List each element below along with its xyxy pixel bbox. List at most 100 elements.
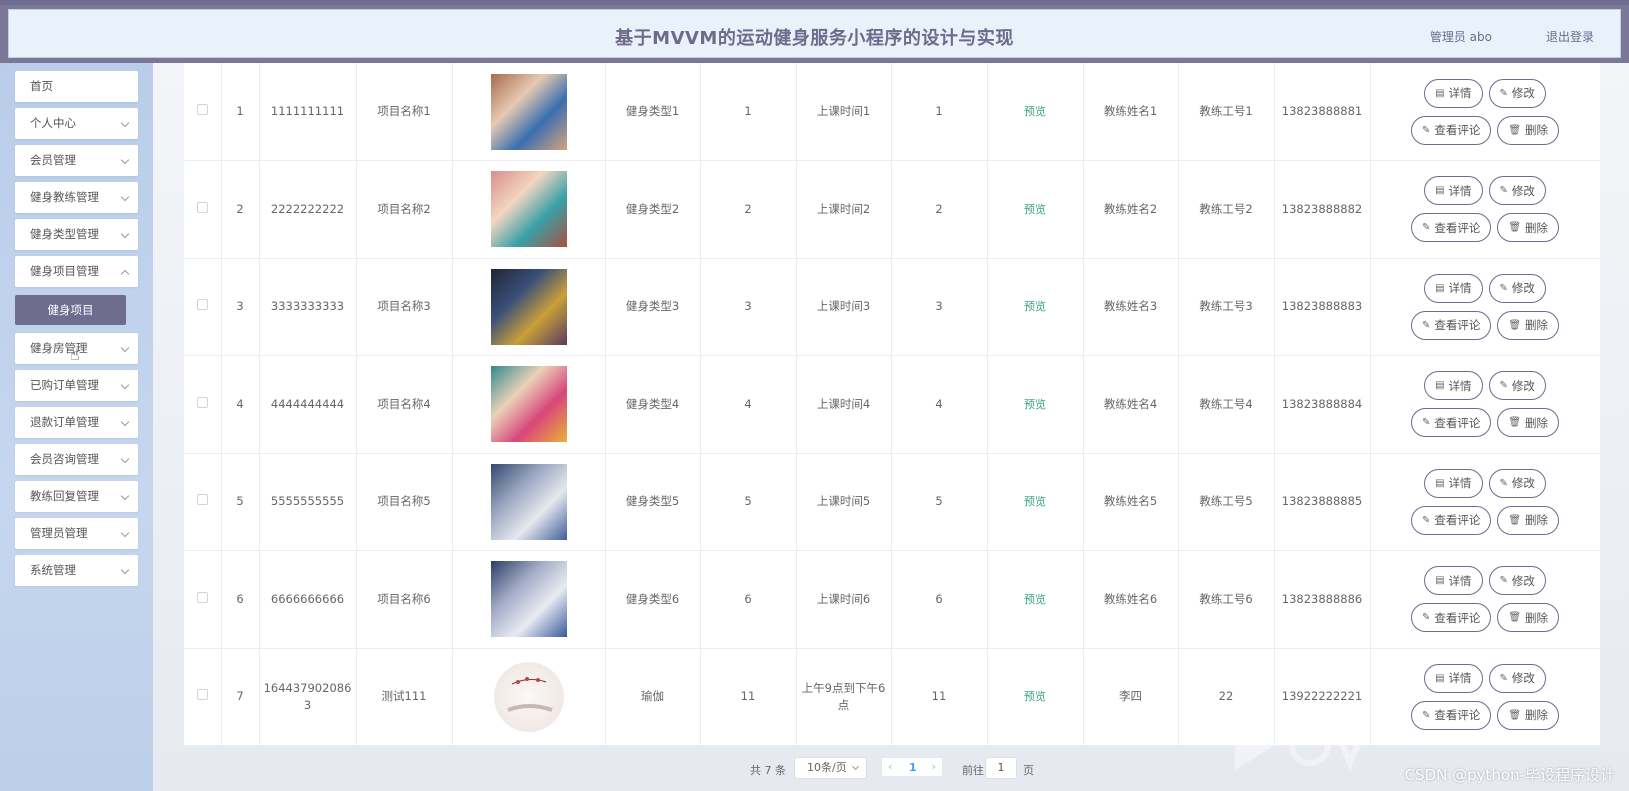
view-comments-button[interactable]: ✎ 查看评论 [1410,603,1492,633]
page-size-select[interactable]: 10条/页 [794,757,867,779]
trash-icon: 🗑 [1508,417,1522,429]
pencil-icon: ✎ [1499,185,1508,197]
view-comments-button[interactable]: ✎ 查看评论 [1410,505,1492,535]
goto-page-input[interactable]: 1 [985,757,1017,779]
value-2: 1 [891,63,988,161]
sidebar-item-purchased-orders[interactable]: 已购订单管理 [15,370,138,401]
chevron-down-icon [120,528,130,538]
detail-button[interactable]: ▤ 详情 [1424,273,1483,303]
actions-cell: ▤ 详情 ✎ 修改 ✎ 查看评论 🗑 删除 [1370,550,1600,649]
sidebar-item-home[interactable]: 首页 [15,71,138,102]
pencil-icon: ✎ [1499,87,1508,99]
detail-label: 详情 [1448,476,1472,491]
row-checkbox[interactable] [196,396,208,408]
preview-link[interactable]: 预览 [1024,300,1046,313]
detail-label: 详情 [1448,671,1472,686]
view-comments-label: 查看评论 [1434,318,1481,333]
detail-button[interactable]: ▤ 详情 [1424,663,1483,693]
sidebar-item-coaches[interactable]: 健身教练管理 [15,182,138,213]
pencil-icon: ✎ [1421,417,1431,429]
next-page-icon[interactable]: › [932,760,936,773]
actions-cell: ▤ 详情 ✎ 修改 ✎ 查看评论 🗑 删除 [1370,453,1600,551]
detail-button[interactable]: ▤ 详情 [1424,78,1483,108]
row-checkbox[interactable] [196,201,208,213]
phone: 13823888882 [1274,160,1371,259]
edit-label: 修改 [1511,86,1535,100]
delete-button[interactable]: 🗑 删除 [1497,505,1560,535]
row-checkbox[interactable] [196,591,208,603]
edit-button[interactable]: ✎ 修改 [1488,176,1546,206]
sidebar-item-system[interactable]: 系统管理 [15,555,138,586]
row-checkbox[interactable] [196,104,208,115]
sidebar-item-label: 首页 [30,79,53,93]
detail-button[interactable]: ▤ 详情 [1424,371,1483,401]
detail-button[interactable]: ▤ 详情 [1424,566,1483,596]
watermark-text: CSDN @python-毕设程序设计 [1404,766,1615,784]
table-row: 2 2222222222 项目名称2 健身类型2 2 上课时间2 2 预览 教练姓名2 教练工号2… [184,160,1600,259]
preview-link[interactable]: 预览 [1024,203,1046,216]
actions-row: ✎ 查看评论 🗑 删除 [1410,213,1560,243]
value-2: 2 [891,160,988,259]
value-1: 11 [700,648,797,746]
view-comments-label: 查看评论 [1434,220,1481,235]
sidebar-item-fitness-types[interactable]: 健身类型管理 [15,219,138,250]
preview-link[interactable]: 预览 [1024,593,1046,606]
table-row: 7 1644379020863 测试111 瑜伽 11 上午9点到下午6点 11 预览 李四 22… [184,648,1600,746]
class-time: 上课时间4 [796,355,892,454]
logout-link[interactable]: 退出登录 [1546,28,1594,45]
delete-button[interactable]: 🗑 删除 [1497,310,1560,340]
value-1: 2 [700,160,797,259]
view-comments-button[interactable]: ✎ 查看评论 [1410,408,1492,438]
preview-link[interactable]: 预览 [1024,495,1046,508]
sidebar-item-fitness-projects[interactable]: 健身项目管理 [15,256,138,287]
preview-link[interactable]: 预览 [1024,105,1046,118]
delete-button[interactable]: 🗑 删除 [1497,115,1560,145]
edit-button[interactable]: ✎ 修改 [1488,371,1546,401]
delete-button[interactable]: 🗑 删除 [1497,408,1560,438]
delete-button[interactable]: 🗑 删除 [1497,603,1560,633]
value-2: 11 [891,648,988,746]
row-checkbox[interactable] [196,689,208,701]
edit-button[interactable]: ✎ 修改 [1488,663,1546,693]
preview-link[interactable]: 预览 [1024,690,1046,703]
page-suffix-label: 页 [1023,764,1034,777]
sidebar-item-member-consult[interactable]: 会员咨询管理 [15,444,138,475]
value-1: 6 [700,550,797,649]
view-comments-button[interactable]: ✎ 查看评论 [1410,115,1492,145]
project-image [490,561,567,638]
delete-button[interactable]: 🗑 删除 [1497,700,1560,730]
edit-button[interactable]: ✎ 修改 [1488,468,1546,498]
delete-label: 删除 [1525,123,1549,137]
detail-button[interactable]: ▤ 详情 [1424,176,1483,206]
table-row: 4 4444444444 项目名称4 健身类型4 4 上课时间4 4 预览 教练姓名4 教练工号4… [184,355,1600,454]
edit-button[interactable]: ✎ 修改 [1488,566,1546,596]
sidebar-item-profile[interactable]: 个人中心 [15,108,138,139]
view-comments-button[interactable]: ✎ 查看评论 [1410,213,1492,243]
edit-button[interactable]: ✎ 修改 [1488,273,1546,303]
row-checkbox[interactable] [196,299,208,311]
row-checkbox[interactable] [196,494,208,506]
sidebar-item-label: 会员管理 [30,153,76,167]
coach-id: 教练工号3 [1178,258,1275,356]
view-comments-button[interactable]: ✎ 查看评论 [1410,700,1492,730]
delete-label: 删除 [1525,318,1549,333]
edit-button[interactable]: ✎ 修改 [1488,78,1546,108]
row-index: 5 [221,453,260,551]
view-comments-button[interactable]: ✎ 查看评论 [1410,310,1492,340]
preview-cell: 预览 [987,160,1084,259]
delete-button[interactable]: 🗑 删除 [1497,213,1560,243]
prev-page-icon[interactable]: ‹ [888,760,892,773]
sidebar-item-members[interactable]: 会员管理 [15,145,138,176]
current-page[interactable]: 1 [909,761,917,774]
edit-label: 修改 [1511,671,1535,686]
actions-row: ▤ 详情 ✎ 修改 [1424,468,1546,498]
sidebar-item-coach-reply[interactable]: 教练回复管理 [15,481,138,512]
row-checkbox-cell [184,160,222,259]
sidebar-item-refund-orders[interactable]: 退款订单管理 [15,407,138,438]
sidebar: 首页 个人中心 会员管理 健身教练管理 健身类型管理 健身项目管理 健身项目 健… [0,63,153,791]
detail-button[interactable]: ▤ 详情 [1424,468,1483,498]
header: 基于MVVM的运动健身服务小程序的设计与实现 管理员 abo 退出登录 [0,5,1629,63]
preview-link[interactable]: 预览 [1024,398,1046,411]
sidebar-subitem-fitness-project[interactable]: 健身项目 [15,295,126,325]
sidebar-item-admins[interactable]: 管理员管理 [15,518,138,549]
